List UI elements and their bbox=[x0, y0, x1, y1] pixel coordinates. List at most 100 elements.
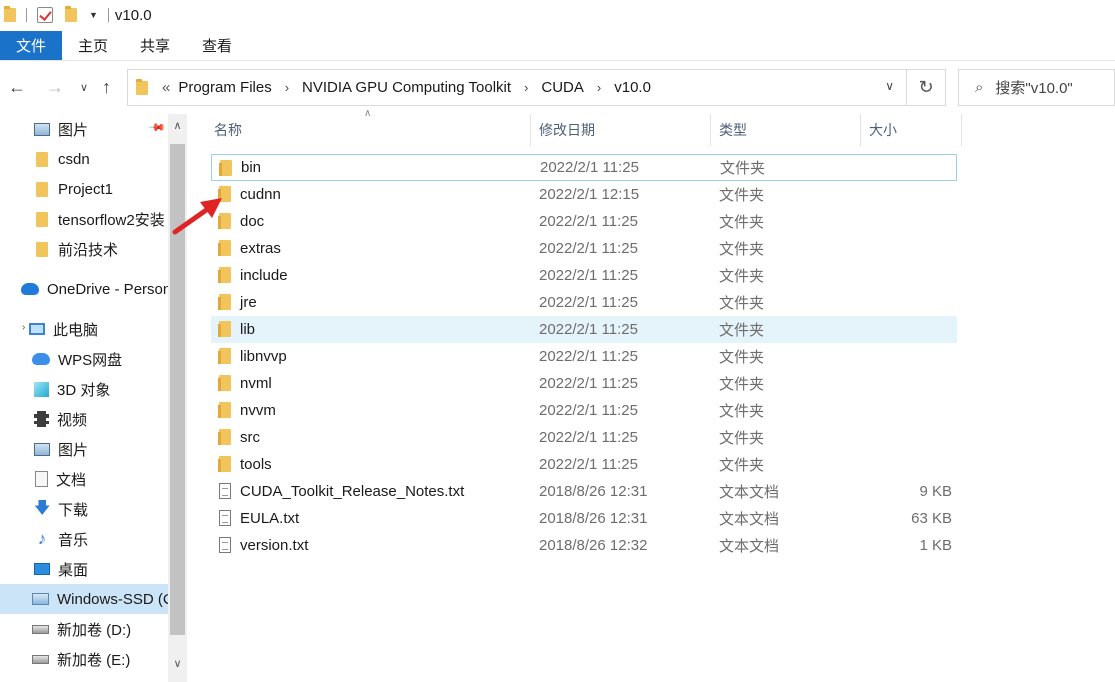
chevron-down-icon[interactable]: ∨ bbox=[168, 654, 187, 674]
nav-item-3d-objects[interactable]: 3D 对象 bbox=[0, 374, 168, 404]
customize-toolbar-chevron-icon[interactable]: ▼ bbox=[89, 10, 98, 20]
nav-item-label: tensorflow2安装 bbox=[58, 211, 165, 229]
file-row[interactable]: jre 2022/2/1 11:25 文件夹 bbox=[211, 289, 957, 316]
file-name: EULA.txt bbox=[240, 510, 300, 527]
file-row[interactable]: tools 2022/2/1 11:25 文件夹 bbox=[211, 451, 957, 478]
tab-share[interactable]: 共享 bbox=[124, 31, 186, 60]
tab-home[interactable]: 主页 bbox=[62, 31, 124, 60]
file-row[interactable]: libnvvp 2022/2/1 11:25 文件夹 bbox=[211, 343, 957, 370]
file-type: 文件夹 bbox=[719, 322, 765, 339]
up-arrow-icon[interactable]: ↑ bbox=[102, 77, 111, 98]
text-file-icon bbox=[219, 537, 231, 553]
address-row: ← → ∨ ↑ « Program Files › NVIDIA GPU Com… bbox=[0, 68, 1115, 108]
file-row[interactable]: CUDA_Toolkit_Release_Notes.txt 2018/8/26 … bbox=[211, 478, 957, 505]
search-box[interactable]: ⌕ 搜索"v10.0" bbox=[958, 69, 1115, 106]
nav-item-drive-d[interactable]: 新加卷 (D:) bbox=[0, 614, 168, 644]
window-title: v10.0 bbox=[114, 6, 152, 24]
nav-item-desktop[interactable]: 桌面 bbox=[0, 554, 168, 584]
file-type: 文本文档 bbox=[719, 538, 780, 555]
file-row[interactable]: extras 2022/2/1 11:25 文件夹 bbox=[211, 235, 957, 262]
address-bar[interactable]: « Program Files › NVIDIA GPU Computing T… bbox=[127, 69, 907, 106]
folder-icon bbox=[218, 375, 231, 391]
search-input[interactable]: 搜索"v10.0" bbox=[995, 77, 1072, 98]
nav-item-onedrive[interactable]: OneDrive - Personal bbox=[0, 274, 168, 304]
breadcrumb-v10[interactable]: v10.0 bbox=[614, 79, 651, 96]
file-size: 63 KB bbox=[911, 510, 952, 527]
nav-item-label: OneDrive - Personal bbox=[47, 280, 168, 298]
nav-item-videos[interactable]: 视频 bbox=[0, 404, 168, 434]
tab-view[interactable]: 查看 bbox=[186, 31, 248, 60]
nav-item-drive-e[interactable]: 新加卷 (E:) bbox=[0, 644, 168, 674]
breadcrumb-cuda[interactable]: CUDA bbox=[541, 79, 584, 96]
file-row[interactable]: bin 2022/2/1 11:25 文件夹 bbox=[211, 154, 957, 181]
text-file-icon bbox=[219, 483, 231, 499]
file-name: libnvvp bbox=[240, 348, 287, 365]
chevron-right-icon[interactable]: › bbox=[524, 80, 528, 95]
refresh-icon[interactable]: ↻ bbox=[907, 69, 946, 106]
file-name: cudnn bbox=[240, 186, 281, 203]
column-header-name[interactable]: 名称 bbox=[206, 114, 531, 146]
column-header-type[interactable]: 类型 bbox=[711, 114, 861, 146]
column-header-date[interactable]: 修改日期 bbox=[531, 114, 711, 146]
column-header-size[interactable]: 大小 bbox=[861, 114, 962, 146]
nav-item-pictures[interactable]: 图片 bbox=[0, 434, 168, 464]
file-date: 2022/2/1 11:25 bbox=[539, 240, 638, 257]
file-row[interactable]: nvml 2022/2/1 11:25 文件夹 bbox=[211, 370, 957, 397]
file-row[interactable]: doc 2022/2/1 11:25 文件夹 bbox=[211, 208, 957, 235]
file-date: 2022/2/1 11:25 bbox=[539, 294, 638, 311]
file-row[interactable]: nvvm 2022/2/1 11:25 文件夹 bbox=[211, 397, 957, 424]
nav-item-csdn[interactable]: csdn bbox=[0, 144, 168, 174]
nav-item-label: 音乐 bbox=[58, 531, 89, 549]
nav-item-label: 图片 bbox=[58, 121, 89, 139]
recent-locations-chevron-icon[interactable]: ∨ bbox=[80, 81, 88, 94]
breadcrumb-nvidia-toolkit[interactable]: NVIDIA GPU Computing Toolkit bbox=[302, 79, 511, 96]
videos-icon bbox=[34, 411, 49, 427]
nav-item-label: 3D 对象 bbox=[57, 381, 111, 399]
properties-icon[interactable] bbox=[37, 7, 53, 23]
file-name: version.txt bbox=[240, 537, 309, 554]
nav-item-windows-ssd[interactable]: Windows-SSD (C:) bbox=[0, 584, 168, 614]
nav-item-wps-cloud[interactable]: WPS网盘 bbox=[0, 344, 168, 374]
file-name: lib bbox=[240, 321, 256, 338]
folder-icon bbox=[36, 211, 48, 227]
file-row[interactable]: src 2022/2/1 11:25 文件夹 bbox=[211, 424, 957, 451]
nav-item-music[interactable]: ♪ 音乐 bbox=[0, 524, 168, 554]
file-type: 文件夹 bbox=[719, 214, 765, 231]
collapse-chevron-icon[interactable]: › bbox=[22, 322, 25, 333]
file-name: doc bbox=[240, 213, 265, 230]
forward-arrow-icon[interactable]: → bbox=[46, 77, 64, 98]
file-date: 2022/2/1 11:25 bbox=[539, 213, 638, 230]
folder-icon bbox=[218, 321, 231, 337]
navigation-pane: 图片 📌 csdn Project1 tensorflow2安装 前沿技术 On… bbox=[0, 114, 187, 682]
nav-item-label: 图片 bbox=[58, 441, 89, 459]
file-row[interactable]: include 2022/2/1 11:25 文件夹 bbox=[211, 262, 957, 289]
chevron-right-icon[interactable]: › bbox=[597, 80, 601, 95]
file-type: 文件夹 bbox=[719, 241, 765, 258]
file-row[interactable]: lib 2022/2/1 11:25 文件夹 bbox=[211, 316, 957, 343]
desktop-icon bbox=[34, 563, 50, 575]
back-arrow-icon[interactable]: ← bbox=[8, 77, 26, 98]
nav-item-pictures-quick[interactable]: 图片 bbox=[0, 114, 168, 144]
nav-item-downloads[interactable]: 🡇 下载 bbox=[0, 494, 168, 524]
file-row[interactable]: EULA.txt 2018/8/26 12:31 文本文档 63 KB bbox=[211, 505, 957, 532]
nav-item-project1[interactable]: Project1 bbox=[0, 174, 168, 204]
folder-icon bbox=[219, 160, 232, 176]
folder-icon bbox=[218, 429, 231, 445]
file-type: 文件夹 bbox=[720, 160, 766, 177]
tab-file[interactable]: 文件 bbox=[0, 31, 62, 60]
ribbon-tabs: 文件 主页 共享 查看 bbox=[0, 31, 1115, 61]
divider bbox=[107, 8, 109, 22]
nav-item-tensorflow2[interactable]: tensorflow2安装 bbox=[0, 204, 168, 234]
nav-item-label: 视频 bbox=[57, 411, 88, 429]
nav-item-documents[interactable]: 文档 bbox=[0, 464, 168, 494]
divider bbox=[26, 8, 27, 22]
chevron-right-icon[interactable]: › bbox=[285, 80, 289, 95]
chevron-up-icon[interactable]: ∧ bbox=[168, 116, 187, 136]
breadcrumb-overflow[interactable]: « bbox=[162, 79, 170, 96]
address-history-chevron-icon[interactable]: ∨ bbox=[885, 79, 894, 93]
file-row[interactable]: cudnn 2022/2/1 12:15 文件夹 bbox=[211, 181, 957, 208]
new-folder-icon[interactable] bbox=[65, 6, 77, 22]
breadcrumb-program-files[interactable]: Program Files bbox=[178, 79, 271, 96]
file-row[interactable]: version.txt 2018/8/26 12:32 文本文档 1 KB bbox=[211, 532, 957, 559]
nav-item-frontier-tech[interactable]: 前沿技术 bbox=[0, 234, 168, 264]
